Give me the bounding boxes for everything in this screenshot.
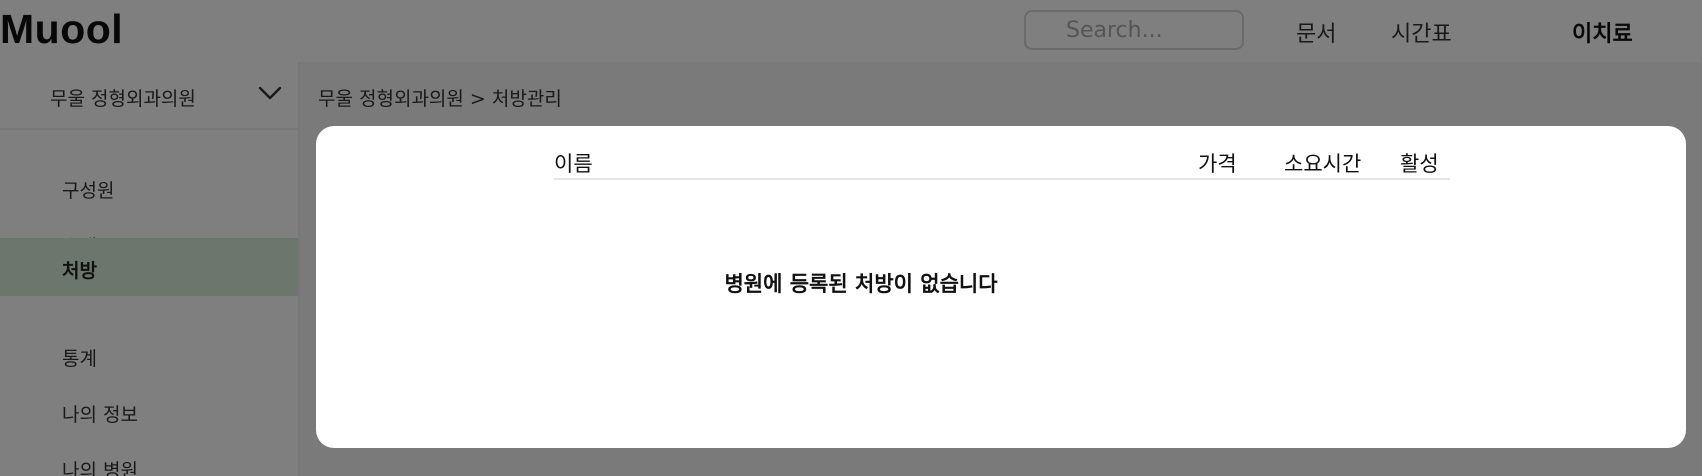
sidebar-item-label: 나의 병원	[62, 460, 138, 476]
column-header-name: 이름	[554, 152, 593, 176]
prescription-modal: 이름 가격 소요시간 활성 병원에 등록된 처방이 없습니다	[316, 126, 1686, 448]
sidebar-item-label: 통계	[62, 348, 97, 370]
logo[interactable]: Muool	[0, 6, 123, 53]
top-header: Muool 문서 시간표 이치료	[0, 0, 1702, 62]
empty-state-message: 병원에 등록된 처방이 없습니다	[724, 272, 998, 296]
chevron-down-icon	[258, 86, 282, 100]
page: Muool 문서 시간표 이치료 무울 정형외과의원 구성원 초대 처방 통계 …	[0, 0, 1702, 476]
sidebar-item-members[interactable]: 구성원	[0, 160, 298, 216]
sidebar: 무울 정형외과의원 구성원 초대 처방 통계 나의 정보 나의 병원	[0, 62, 300, 476]
breadcrumb: 무울 정형외과의원 > 처방관리	[318, 88, 562, 110]
column-header-price: 가격	[1198, 152, 1237, 176]
sidebar-item-label: 나의 정보	[62, 404, 138, 426]
sidebar-item-prescription[interactable]: 처방	[0, 238, 298, 296]
sidebar-item-label: 구성원	[62, 180, 115, 202]
sidebar-item-stats[interactable]: 통계	[0, 328, 298, 384]
sidebar-item-label: 처방	[62, 260, 97, 282]
search-input[interactable]	[1024, 10, 1244, 50]
nav-docs-link[interactable]: 문서	[1296, 16, 1336, 48]
sidebar-item-my-hospital[interactable]: 나의 병원	[0, 440, 298, 476]
table-header: 이름 가격 소요시간 활성	[554, 148, 1450, 180]
hospital-selector[interactable]: 무울 정형외과의원	[0, 62, 298, 130]
nav-schedule-link[interactable]: 시간표	[1391, 16, 1452, 48]
hospital-name: 무울 정형외과의원	[50, 88, 196, 110]
column-header-active: 활성	[1400, 152, 1439, 176]
column-header-duration: 소요시간	[1284, 152, 1362, 176]
sidebar-item-my-info[interactable]: 나의 정보	[0, 384, 298, 440]
user-name-link[interactable]: 이치료	[1572, 16, 1633, 48]
